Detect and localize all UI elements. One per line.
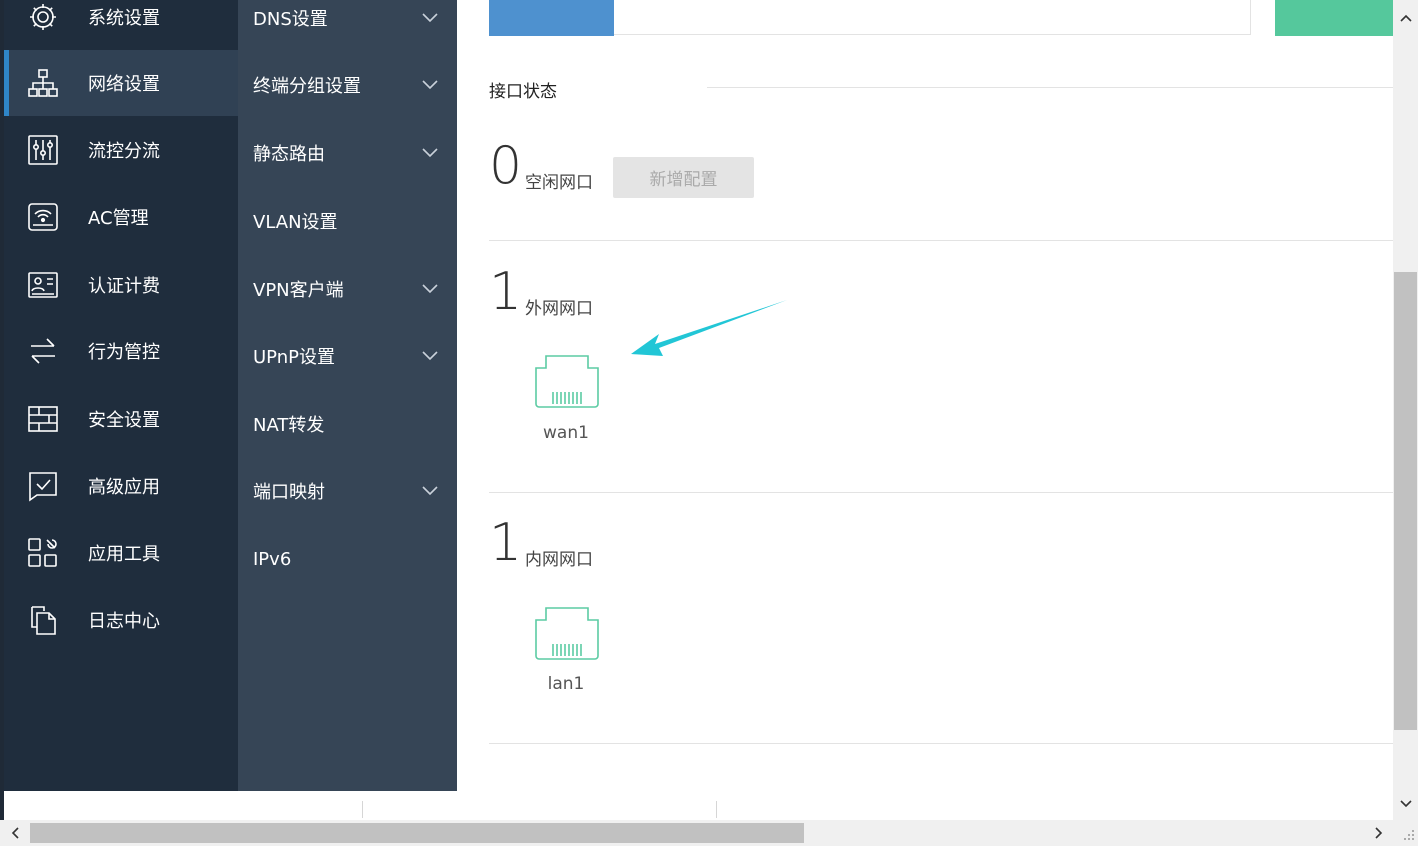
sidebar-item-log-center[interactable]: 日志中心: [4, 587, 238, 653]
ethernet-port-icon[interactable]: [534, 604, 600, 664]
divider: [489, 743, 1393, 744]
submenu-item-label: 静态路由: [253, 143, 325, 165]
main-content: 接口状态 0 空闲网口 新增配置 1 外网网口 wan1 1 内网网口 lan1: [457, 0, 1393, 791]
horizontal-scrollbar[interactable]: [0, 820, 1418, 846]
submenu-item-nat[interactable]: NAT转发: [238, 390, 457, 457]
submenu-item-label: UPnP设置: [253, 346, 335, 368]
submenu-item-label: VLAN设置: [253, 211, 338, 233]
scroll-right-icon[interactable]: [1368, 823, 1390, 843]
sidebar-item-label: 日志中心: [88, 611, 160, 632]
chevron-down-icon: [422, 79, 438, 89]
sidebar-item-label: 高级应用: [88, 477, 160, 498]
wan-port-label: 外网网口: [525, 299, 593, 319]
checklist-icon: [26, 469, 60, 503]
vertical-scrollbar[interactable]: [1393, 0, 1418, 820]
sidebar-item-label: 流控分流: [88, 141, 160, 162]
sidebar-item-network-settings[interactable]: 网络设置: [4, 50, 238, 116]
port-label-lan1: lan1: [547, 674, 585, 694]
sidebar-item-ac-management[interactable]: AC管理: [4, 184, 238, 250]
submenu-item-label: IPv6: [253, 549, 292, 570]
chevron-down-icon: [422, 485, 438, 495]
submenu-item-label: DNS设置: [253, 8, 328, 30]
sidebar-item-advanced-apps[interactable]: 高级应用: [4, 453, 238, 519]
scroll-down-icon[interactable]: [1393, 794, 1418, 814]
sidebar-item-label: 行为管控: [88, 342, 160, 363]
sidebar-item-app-tools[interactable]: 应用工具: [4, 520, 238, 586]
sidebar-item-traffic-control[interactable]: 流控分流: [4, 117, 238, 183]
horizontal-scroll-thumb[interactable]: [30, 823, 804, 843]
sidebar-item-label: 安全设置: [88, 410, 160, 431]
submenu-item-label: 终端分组设置: [253, 75, 361, 97]
chevron-down-icon: [422, 147, 438, 157]
chevron-down-icon: [422, 350, 438, 360]
sidebar-item-label: 系统设置: [88, 8, 160, 29]
top-blue-button[interactable]: [489, 0, 614, 36]
submenu-item-vlan[interactable]: VLAN设置: [238, 187, 457, 254]
primary-sidebar: 系统设置 网络设置 流控分流 AC管理 认证计费 行为管控 安全设置 高级应用 …: [4, 0, 238, 791]
submenu-item-port-mapping[interactable]: 端口映射: [238, 457, 457, 524]
lan-port-count: 1: [489, 513, 523, 573]
sidebar-item-label: 应用工具: [88, 544, 160, 565]
submenu-item-static-route[interactable]: 静态路由: [238, 119, 457, 186]
sidebar-item-label: 认证计费: [88, 276, 160, 297]
divider: [489, 240, 1393, 241]
swap-arrows-icon: [26, 334, 60, 368]
apps-icon: [26, 536, 60, 570]
add-config-button[interactable]: 新增配置: [613, 157, 754, 198]
wifi-router-icon: [26, 200, 60, 234]
section-title: 接口状态: [489, 82, 557, 102]
sidebar-item-security-settings[interactable]: 安全设置: [4, 386, 238, 452]
lan-port-label: 内网网口: [525, 550, 593, 570]
chevron-down-icon: [422, 283, 438, 293]
network-icon: [26, 66, 60, 100]
documents-icon: [26, 603, 60, 637]
resize-grip-icon[interactable]: [1400, 826, 1416, 842]
network-submenu: DNS设置 终端分组设置 静态路由 VLAN设置 VPN客户端 UPnP设置 N…: [238, 0, 457, 791]
gear-icon: [26, 0, 60, 34]
id-card-icon: [26, 268, 60, 302]
scroll-up-icon[interactable]: [1393, 8, 1418, 28]
submenu-item-upnp[interactable]: UPnP设置: [238, 322, 457, 389]
submenu-item-vpn-client[interactable]: VPN客户端: [238, 255, 457, 322]
submenu-item-terminal-group[interactable]: 终端分组设置: [238, 51, 457, 118]
port-label-wan1: wan1: [543, 423, 589, 443]
annotation-arrow-icon: [631, 300, 787, 356]
firewall-icon: [26, 402, 60, 436]
vertical-scroll-thumb[interactable]: [1394, 272, 1417, 730]
section-divider: [707, 87, 1393, 88]
submenu-item-label: NAT转发: [253, 414, 325, 436]
wan-port-count: 1: [489, 262, 523, 322]
footer-divider: [362, 801, 363, 818]
footer-divider: [716, 801, 717, 818]
idle-port-label: 空闲网口: [525, 173, 593, 193]
idle-port-count: 0: [489, 136, 523, 196]
sidebar-item-behavior-control[interactable]: 行为管控: [4, 318, 238, 384]
footer-bar: [4, 791, 1393, 820]
sidebar-item-label: AC管理: [88, 208, 149, 229]
submenu-item-label: 端口映射: [253, 481, 325, 503]
submenu-item-dns[interactable]: DNS设置: [238, 0, 457, 51]
sidebar-item-label: 网络设置: [88, 74, 160, 95]
sidebar-item-auth-billing[interactable]: 认证计费: [4, 252, 238, 318]
chevron-down-icon: [422, 12, 438, 22]
divider: [489, 492, 1393, 493]
submenu-item-label: VPN客户端: [253, 279, 344, 301]
submenu-item-ipv6[interactable]: IPv6: [238, 526, 457, 593]
scroll-left-icon[interactable]: [4, 823, 26, 843]
sliders-icon: [26, 133, 60, 167]
ethernet-port-icon[interactable]: [534, 352, 600, 412]
sidebar-item-system-settings[interactable]: 系统设置: [4, 0, 238, 50]
top-green-button[interactable]: [1275, 0, 1393, 36]
